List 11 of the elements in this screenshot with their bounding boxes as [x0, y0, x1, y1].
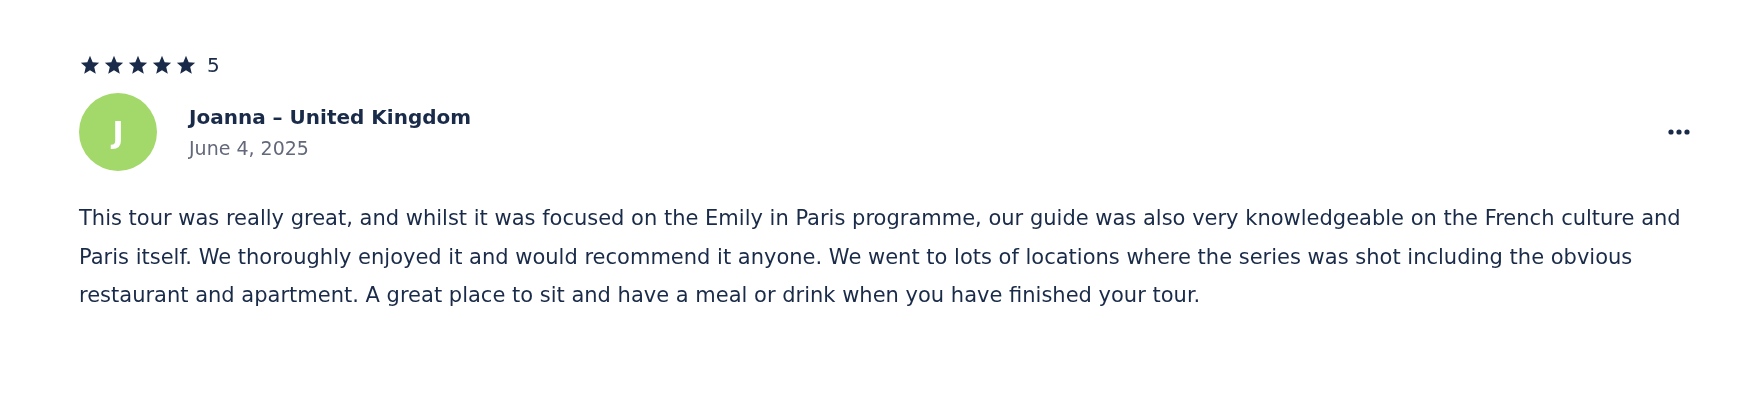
rating-value: 5 [207, 53, 220, 77]
review-date: June 4, 2025 [189, 137, 310, 159]
star-icon [151, 54, 173, 76]
more-options-icon[interactable] [1668, 129, 1690, 135]
star-icon [79, 54, 101, 76]
reviewer-name: Joanna – United Kingdom [189, 105, 473, 129]
avatar: J [79, 93, 157, 171]
star-icon [103, 54, 125, 76]
review-text: This tour was really great, and whilst it was focused on the Emily in Paris programme, our guide was also very knowledgeable on the French culture and Paris itself. We thoroughly enjoyed it and would recommend it anyone. We went to lots of locations where the series was shot including the obvious restaurant and apartment. A great place to sit and have a meal or drink when you have finished your tour. [79, 205, 1682, 309]
star-icon [175, 54, 197, 76]
star-icon [127, 54, 149, 76]
